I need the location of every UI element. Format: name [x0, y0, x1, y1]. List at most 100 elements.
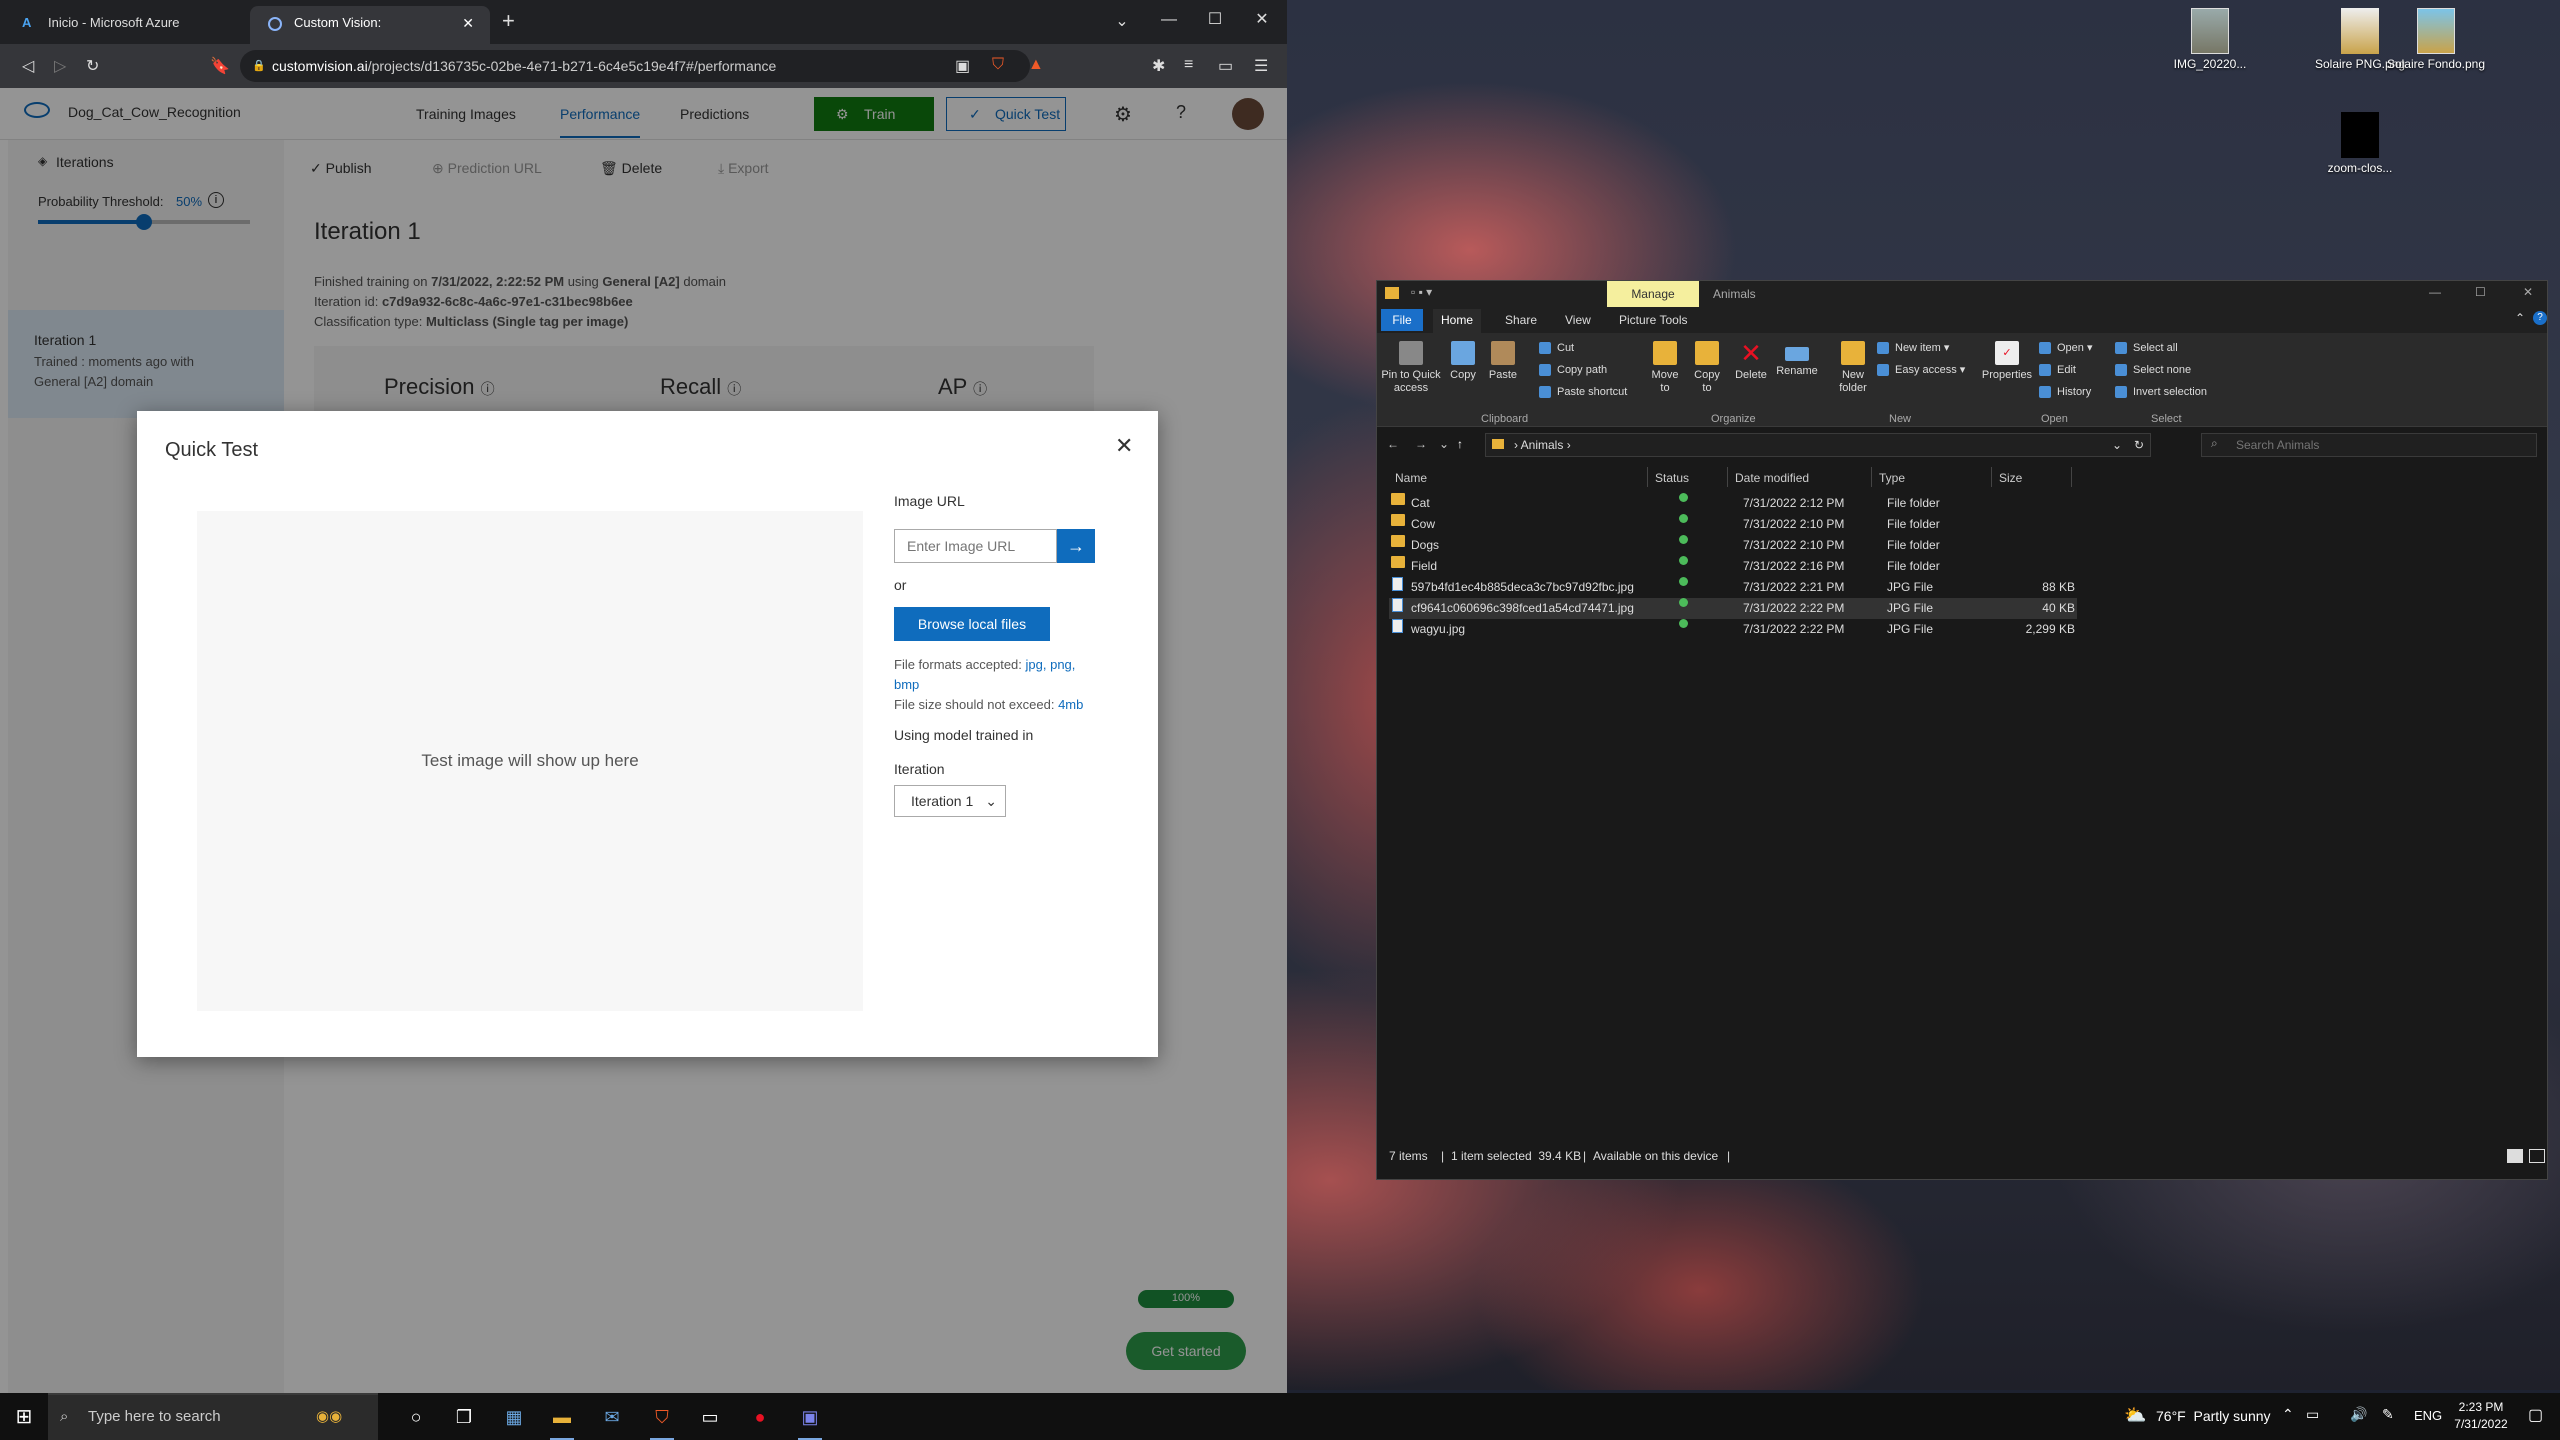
easy-access-button[interactable]: Easy access ▾ — [1877, 363, 1965, 377]
address-dropdown-icon[interactable]: ⌄ — [2112, 434, 2122, 456]
teams-icon[interactable]: ▣ — [796, 1403, 824, 1440]
copy-to-button[interactable]: Copy to — [1689, 341, 1725, 395]
column-size[interactable]: Size — [1999, 471, 2022, 485]
brave-shield-icon[interactable]: ⛉ — [992, 56, 1004, 74]
file-row[interactable]: Cow 7/31/2022 2:10 PM File folder — [1389, 514, 2089, 535]
forward-icon[interactable]: ▷ — [54, 56, 66, 76]
file-row[interactable]: Cat 7/31/2022 2:12 PM File folder — [1389, 493, 2089, 514]
open-button[interactable]: Open ▾ — [2039, 341, 2093, 355]
history-button[interactable]: History — [2039, 385, 2091, 399]
close-window-icon[interactable]: ✕ — [1240, 4, 1284, 36]
up-icon[interactable]: ↑ — [1457, 437, 1463, 451]
browse-local-files-button[interactable]: Browse local files — [894, 607, 1050, 641]
refresh-icon[interactable]: ↻ — [2134, 434, 2144, 456]
pen-icon[interactable]: ✎ — [2382, 1406, 2394, 1423]
column-name[interactable]: Name — [1395, 471, 1427, 485]
help-icon[interactable]: ? — [2533, 311, 2547, 325]
desktop-icon-zoom[interactable]: zoom-clos... — [2310, 112, 2410, 176]
quick-access-toolbar[interactable]: ▫ ▪ ▾ — [1411, 285, 1432, 299]
paste-button[interactable]: Paste — [1485, 341, 1521, 382]
terminal-icon[interactable]: ▭ — [696, 1403, 724, 1431]
copy-button[interactable]: Copy — [1445, 341, 1481, 382]
new-item-button[interactable]: New item ▾ — [1877, 341, 1949, 355]
back-icon[interactable]: ← — [1387, 437, 1399, 451]
url-field[interactable]: 🔒 customvision.ai/projects/d136735c-02be… — [240, 50, 1030, 82]
close-icon[interactable]: ✕ — [1115, 433, 1133, 459]
bookmark-icon[interactable]: 🔖 — [210, 56, 230, 76]
address-field[interactable]: › Animals › ⌄ ↻ — [1485, 433, 2151, 457]
ribbon-tab-share[interactable]: Share — [1505, 313, 1537, 327]
ribbon-tab-picture-tools[interactable]: Picture Tools — [1619, 313, 1687, 327]
select-all-button[interactable]: Select all — [2115, 341, 2178, 355]
brave-browser-icon[interactable]: ⛉ — [648, 1403, 676, 1440]
column-type[interactable]: Type — [1879, 471, 1905, 485]
delete-button[interactable]: ✕ Delete — [1731, 340, 1771, 382]
recent-chevron-icon[interactable]: ⌄ — [1439, 437, 1449, 451]
invert-selection-button[interactable]: Invert selection — [2115, 385, 2207, 399]
select-none-button[interactable]: Select none — [2115, 363, 2191, 377]
image-url-input[interactable] — [894, 529, 1057, 563]
move-to-button[interactable]: Move to — [1647, 341, 1683, 395]
language-indicator[interactable]: ENG — [2414, 1408, 2442, 1423]
file-row[interactable]: wagyu.jpg 7/31/2022 2:22 PM JPG File 2,299 … — [1389, 619, 2089, 640]
menu-icon[interactable]: ☰ — [1254, 56, 1268, 76]
properties-button[interactable]: ✓ Properties — [1981, 341, 2033, 382]
brave-rewards-icon[interactable]: ▲ — [1028, 56, 1044, 74]
new-tab-button[interactable]: + — [502, 8, 515, 34]
forward-icon[interactable]: → — [1415, 437, 1427, 451]
cut-button[interactable]: Cut — [1539, 341, 1574, 355]
file-explorer-icon[interactable]: ▬ — [548, 1403, 576, 1440]
ribbon-tab-home[interactable]: Home — [1433, 309, 1481, 333]
close-icon[interactable]: ✕ — [2523, 285, 2533, 299]
path-segment[interactable]: Animals — [1521, 438, 1564, 452]
details-view-icon[interactable] — [2507, 1149, 2523, 1163]
pin-quick-access-button[interactable]: Pin to Quick access — [1381, 341, 1441, 395]
maximize-icon[interactable]: ☐ — [2475, 285, 2486, 299]
copy-path-button[interactable]: Copy path — [1539, 363, 1607, 377]
file-row[interactable]: cf9641c060696c398fced1a54cd74471.jpg 7/31… — [1389, 598, 2077, 619]
weather-text[interactable]: 76°F Partly sunny — [2156, 1408, 2271, 1424]
volume-icon[interactable]: 🔊 — [2350, 1406, 2367, 1423]
clock[interactable]: 2:23 PM 7/31/2022 — [2446, 1399, 2516, 1433]
manage-tab[interactable]: Manage — [1607, 281, 1699, 307]
store-icon[interactable]: ▦ — [500, 1403, 528, 1431]
desktop-icon-solaire-fondo[interactable]: Solaire Fondo.png — [2386, 8, 2486, 72]
cortana-icon[interactable]: ○ — [402, 1403, 430, 1431]
maximize-icon[interactable]: ☐ — [1193, 4, 1237, 36]
large-icons-view-icon[interactable] — [2529, 1149, 2545, 1163]
ribbon-tab-view[interactable]: View — [1565, 313, 1591, 327]
notifications-icon[interactable]: ▢ — [2528, 1405, 2543, 1425]
taskbar-search[interactable]: ⌕ Type here to search ◉◉ — [48, 1393, 378, 1440]
column-date-modified[interactable]: Date modified — [1735, 471, 1809, 485]
rename-button[interactable]: Rename — [1775, 341, 1819, 378]
playlist-icon[interactable]: ≡ — [1184, 56, 1193, 74]
new-folder-button[interactable]: New folder — [1833, 341, 1873, 395]
youtube-music-icon[interactable]: ● — [746, 1403, 774, 1431]
extensions-icon[interactable]: ✱ — [1152, 56, 1165, 76]
iteration-select[interactable]: Iteration 1 ⌄ — [894, 785, 1006, 817]
search-input[interactable] — [2201, 433, 2537, 457]
mail-icon[interactable]: ✉ — [598, 1403, 626, 1431]
tab-custom-vision[interactable]: Custom Vision: Dog_Cat_Cow_Re ✕ — [250, 6, 490, 64]
submit-url-button[interactable]: → — [1057, 529, 1095, 563]
task-view-icon[interactable]: ❐ — [450, 1403, 478, 1431]
file-row[interactable]: 597b4fd1ec4b885deca3c7bc97d92fbc.jpg 7/31… — [1389, 577, 2089, 598]
minimize-icon[interactable]: — — [2429, 285, 2441, 299]
qr-icon[interactable]: ▣ — [955, 56, 970, 76]
wallet-icon[interactable]: ▭ — [1218, 56, 1233, 76]
tab-search-icon[interactable]: ⌄ — [1100, 6, 1144, 38]
paste-shortcut-button[interactable]: Paste shortcut — [1539, 385, 1627, 399]
chevron-up-icon[interactable]: ⌃ — [2515, 311, 2525, 325]
edit-button[interactable]: Edit — [2039, 363, 2076, 377]
windows-start-icon[interactable]: ⊞ — [10, 1403, 38, 1431]
tab-azure[interactable]: A Inicio - Microsoft Azure — [4, 6, 244, 44]
network-icon[interactable]: ▭ — [2306, 1406, 2319, 1423]
tray-chevron-icon[interactable]: ⌃ — [2282, 1406, 2294, 1423]
close-tab-icon[interactable]: ✕ — [462, 6, 474, 40]
desktop-icon-img[interactable]: IMG_20220... — [2160, 8, 2260, 72]
back-icon[interactable]: ◁ — [22, 56, 34, 76]
ribbon-tab-file[interactable]: File — [1381, 309, 1423, 331]
minimize-icon[interactable]: — — [1147, 4, 1191, 36]
column-status[interactable]: Status — [1655, 471, 1689, 485]
file-row[interactable]: Field 7/31/2022 2:16 PM File folder — [1389, 556, 2089, 577]
